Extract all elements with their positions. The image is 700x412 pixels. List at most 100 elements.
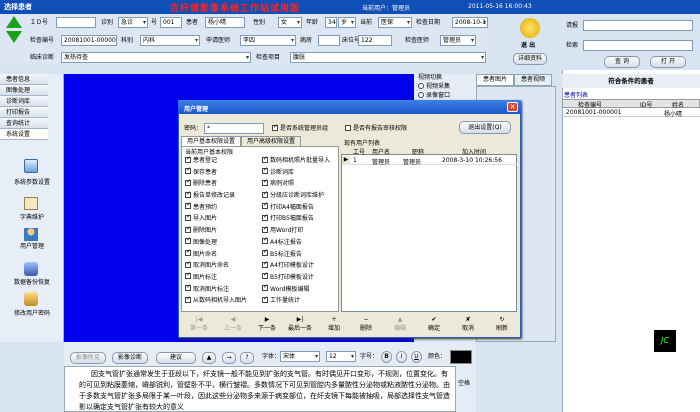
bed-input[interactable]: 122 (358, 35, 392, 46)
sidebar-item-change-password[interactable]: 修改用户密码 (0, 308, 64, 317)
name-input[interactable]: 杨小晴 (205, 17, 245, 28)
tab-advanced-perms[interactable]: 用户高级权限设置 (241, 136, 301, 146)
up-button[interactable]: ▲ (202, 352, 216, 364)
sex-select[interactable]: 女 (278, 17, 302, 28)
size-select[interactable]: 12 (326, 351, 356, 362)
admin-group-checkbox[interactable]: 是否系统管理员组 (272, 123, 328, 134)
dict-icon[interactable] (24, 197, 38, 210)
menu-system-settings[interactable]: 系统设置 (0, 129, 48, 140)
age-unit-select[interactable]: 岁 (338, 17, 356, 28)
perm-item[interactable]: 打印A4幅面报告 (262, 202, 338, 214)
num-input[interactable]: 001 (160, 17, 182, 28)
perm-item[interactable]: B5标注报告 (262, 249, 338, 261)
italic-button[interactable]: I (396, 351, 407, 363)
exam-date-select[interactable]: 2008-10-1 (452, 17, 488, 28)
audit-checkbox[interactable]: 是否有报告审核权限 (345, 123, 407, 134)
perm-item[interactable]: 保存患者 (185, 167, 261, 179)
color-swatch[interactable] (450, 350, 472, 364)
perm-item[interactable]: 图片标注 (185, 272, 261, 284)
exit-settings-button[interactable]: 退出设置(Q) (459, 121, 511, 134)
perm-item[interactable]: A4打印模板设计 (262, 260, 338, 272)
nav-prev[interactable]: ◀ 上一条 (218, 316, 248, 332)
sidebar-item-dict[interactable]: 字典维护 (0, 212, 64, 221)
exit-icon[interactable] (520, 18, 540, 38)
perm-item[interactable]: A4标注报告 (262, 237, 338, 249)
exam-no-input[interactable]: 20081001-000001 (61, 35, 117, 46)
perm-item[interactable]: 取消图片命名 (185, 260, 261, 272)
perm-item[interactable]: 分级应诊断词库维护 (262, 190, 338, 202)
up-arrow-icon[interactable] (6, 16, 22, 28)
perm-item[interactable]: 从数码相机导入图片 (185, 295, 261, 307)
report-input[interactable] (583, 20, 693, 31)
room-input[interactable] (318, 35, 340, 46)
open-button[interactable]: 打 开 (650, 56, 686, 68)
sidebar-item-sysparam[interactable]: 系统参数设置 (0, 177, 64, 186)
menu-diagnosis-dict[interactable]: 诊断词库 (0, 96, 48, 107)
nav-first[interactable]: |◀ 第一条 (184, 316, 214, 332)
nav-cancel[interactable]: ✘ 取消 (454, 316, 482, 332)
perm-item[interactable]: 患者预约 (185, 202, 261, 214)
sysparam-icon[interactable] (24, 159, 38, 173)
clinical-select[interactable]: 发热待查 (61, 52, 251, 63)
perm-item[interactable]: B5打印模板设计 (262, 272, 338, 284)
query-button[interactable]: 查 询 (604, 56, 640, 68)
doctor-select[interactable]: 李四 (240, 35, 296, 46)
perm-item[interactable]: 导入图片 (185, 213, 261, 225)
findings-button[interactable]: 影像所见 (70, 352, 106, 364)
nav-add[interactable]: + 增加 (320, 316, 348, 332)
down-arrow-icon[interactable] (6, 31, 22, 43)
tab-patient-videos[interactable]: 患者视频 (514, 74, 552, 86)
perm-item[interactable]: 用Word打印 (262, 225, 338, 237)
nav-next[interactable]: ▶ 下一条 (252, 316, 282, 332)
bold-button[interactable]: B (381, 351, 392, 363)
nav-delete[interactable]: − 删除 (352, 316, 380, 332)
status-select[interactable]: 医保 (378, 17, 412, 28)
perm-item[interactable]: 数码相机照片批量导入 (262, 155, 338, 167)
nav-edit[interactable]: ▲ 编辑 (386, 316, 414, 332)
perm-item[interactable]: 病例对照 (262, 178, 338, 190)
nav-refresh[interactable]: ↻ 刷新 (488, 316, 516, 332)
tab-patient-images[interactable]: 患者图片 (476, 74, 514, 86)
id-input[interactable] (56, 17, 96, 28)
perm-item[interactable]: 图片命名 (185, 249, 261, 261)
perm-item[interactable]: Word模板编辑 (262, 284, 338, 296)
perm-item[interactable]: 图像处理 (185, 237, 261, 249)
menu-print-report[interactable]: 打印报告 (0, 107, 48, 118)
report-text[interactable]: 因支气管扩张通常发生于亚段以下，纤支镜一般不能见到扩张的支气管。有时偶见开口变形… (64, 366, 456, 412)
perm-item[interactable]: 报告单修改记录 (185, 190, 261, 202)
query-input[interactable] (583, 40, 693, 51)
down-button[interactable]: → (222, 352, 236, 364)
detail-button[interactable]: 详细资料 (513, 53, 547, 65)
age-input[interactable]: 34 (325, 17, 337, 28)
backup-icon[interactable] (24, 262, 38, 276)
nav-last[interactable]: ▶| 最后一条 (284, 316, 316, 332)
sidebar-item-user-mgmt[interactable]: 用户管理 (0, 241, 64, 250)
menu-patient-info[interactable]: 患者信息 (0, 74, 48, 85)
project-select[interactable]: 腹胱 (290, 52, 486, 63)
select-patient-title[interactable]: 选择患者 (4, 2, 32, 12)
perm-item[interactable]: 诊断词库 (262, 167, 338, 179)
menu-image-processing[interactable]: 图像处理 (0, 85, 48, 96)
menu-query-stats[interactable]: 查询统计 (0, 118, 48, 129)
user-icon[interactable] (24, 228, 38, 241)
perm-item[interactable]: 删除图片 (185, 225, 261, 237)
diagnosis-button[interactable]: 影像诊断 (112, 352, 148, 364)
tab-basic-perms[interactable]: 用户基本权限设置 (181, 136, 241, 146)
perm-item[interactable]: 患者登记 (185, 155, 261, 167)
help-button[interactable]: ? (240, 352, 254, 364)
font-select[interactable]: 宋体 (280, 351, 320, 362)
perm-item[interactable]: 删除患者 (185, 178, 261, 190)
perm-item[interactable]: 打印B5幅面报告 (262, 213, 338, 225)
perm-item[interactable]: 工作量统计 (262, 295, 338, 307)
dept-select[interactable]: 内科 (140, 35, 200, 46)
diag-select[interactable]: 急诊 (118, 17, 148, 28)
close-icon[interactable]: ✕ (507, 102, 518, 112)
underline-button[interactable]: U (411, 351, 422, 363)
nav-confirm[interactable]: ✔ 确定 (420, 316, 448, 332)
sidebar-item-backup[interactable]: 数据备份恢复 (0, 277, 64, 286)
advice-button[interactable]: 建议 (156, 352, 196, 364)
pwd-input[interactable]: * (204, 123, 264, 134)
exit-label[interactable]: 退 出 (521, 40, 535, 51)
password-icon[interactable] (24, 292, 38, 306)
examiner-select[interactable]: 管理员 (440, 35, 476, 46)
